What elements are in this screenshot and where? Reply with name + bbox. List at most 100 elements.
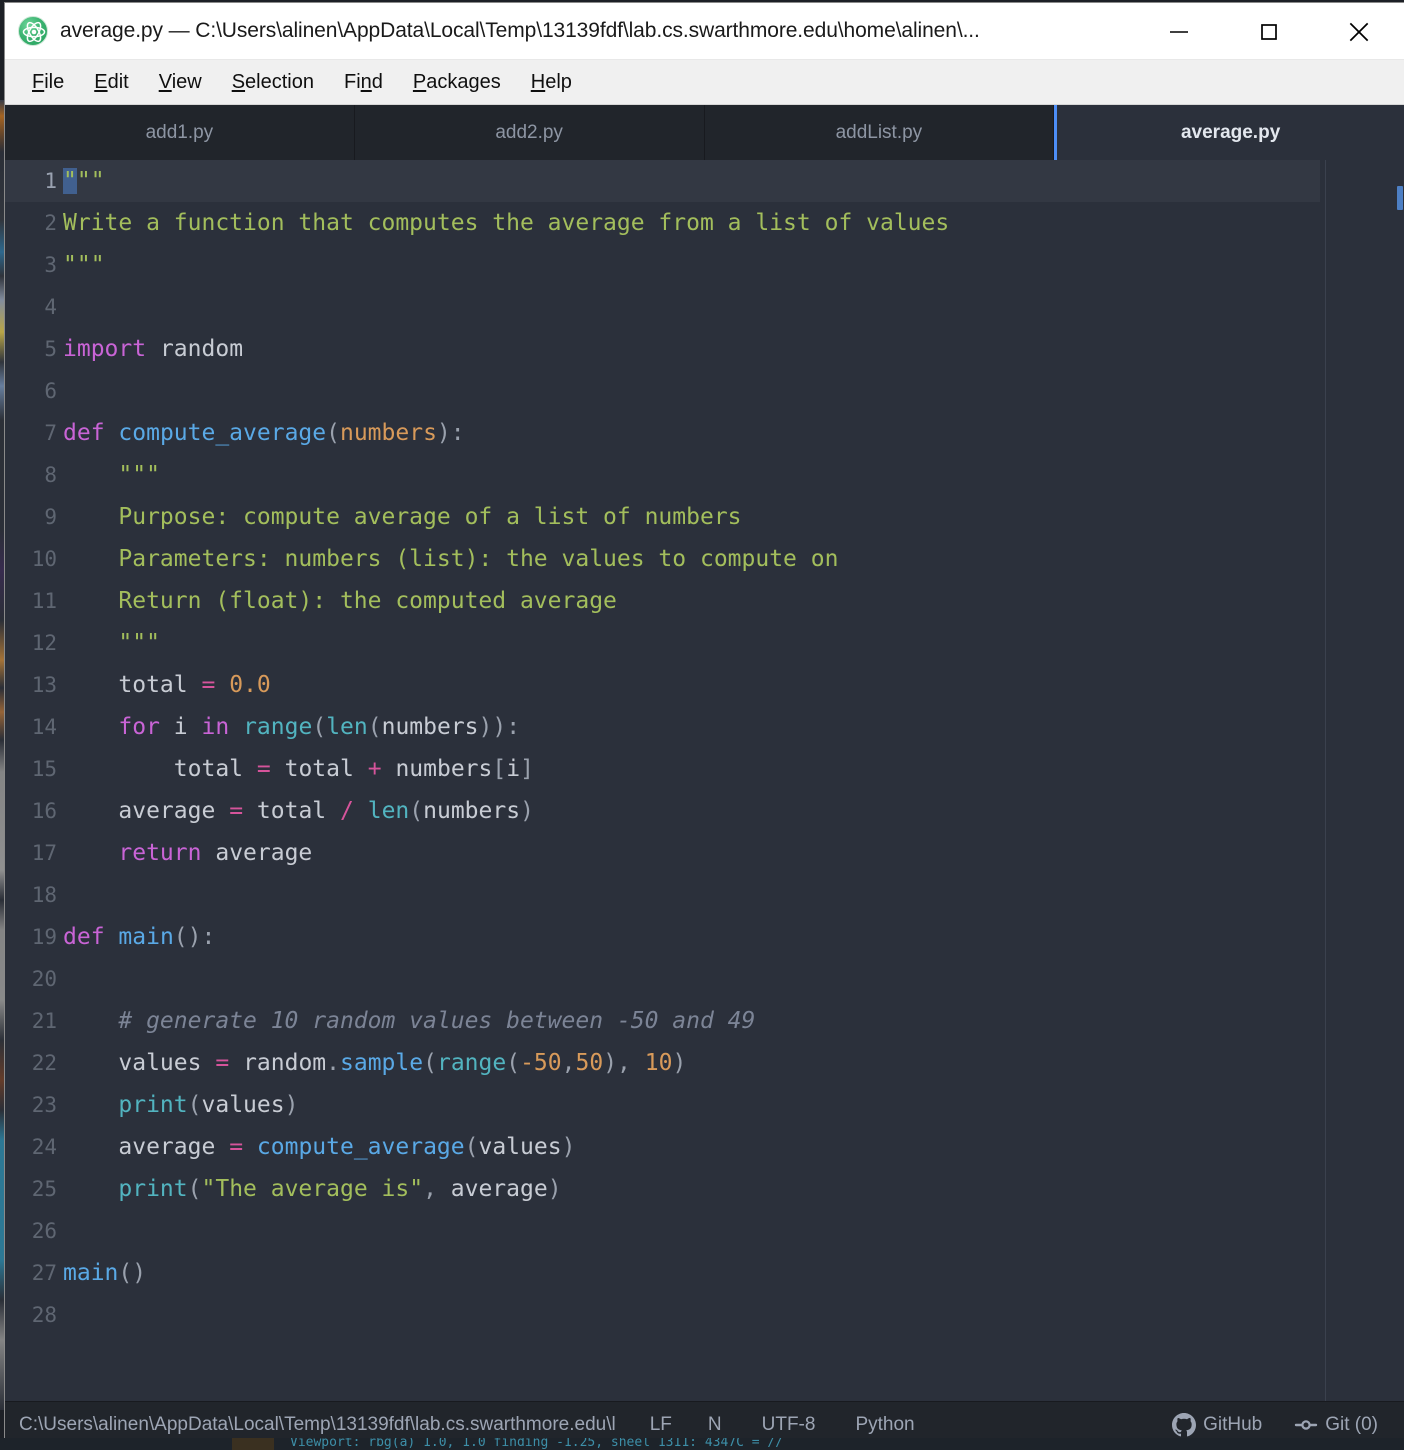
line-source: def main(): (63, 924, 216, 950)
line-number: 9 (44, 505, 57, 529)
line-number: 4 (44, 295, 57, 319)
line-number: 2 (44, 211, 57, 235)
code-line: 19 def main(): (5, 916, 1404, 958)
line-number: 15 (31, 757, 57, 781)
title-bar: average.py — C:\Users\alinen\AppData\Loc… (5, 3, 1404, 60)
line-source: def compute_average(numbers): (63, 420, 465, 446)
line-source (63, 874, 1404, 916)
maximize-icon[interactable] (1224, 3, 1314, 60)
line-number: 3 (44, 253, 57, 277)
menu-item-help[interactable]: Help (516, 67, 587, 98)
code-line: 14 for i in range(len(numbers)): (5, 706, 1404, 748)
code-line: 22 values = random.sample(range(-50,50),… (5, 1042, 1404, 1084)
menu-item-view[interactable]: View (144, 67, 217, 98)
code-line: 6 (5, 370, 1404, 412)
line-number: 26 (31, 1219, 57, 1243)
status-github-button[interactable]: GitHub (1156, 1412, 1278, 1437)
code-line: 18 (5, 874, 1404, 916)
line-source: values = random.sample(range(-50,50), 10… (118, 1050, 687, 1076)
line-source: return average (118, 840, 313, 866)
line-source: # generate 10 random values between -50 … (118, 1008, 756, 1034)
line-number: 8 (44, 463, 57, 487)
line-source: total = 0.0 (118, 672, 271, 698)
code-line: 1 """ (5, 160, 1404, 202)
code-line: 17 return average (5, 832, 1404, 874)
code-line: 25 print("The average is", average) (5, 1168, 1404, 1210)
status-left-group: C:\Users\alinen\AppData\Local\Temp\13139… (5, 1414, 1156, 1436)
tab-add2[interactable]: add2.py (354, 105, 705, 160)
line-source: main() (63, 1260, 147, 1286)
line-number: 27 (31, 1261, 57, 1285)
atom-editor-window: average.py — C:\Users\alinen\AppData\Loc… (4, 2, 1404, 1438)
menu-item-file[interactable]: File (17, 67, 79, 98)
terminal-cursor (232, 1438, 274, 1450)
code-line: 20 (5, 958, 1404, 1000)
window-title: average.py — C:\Users\alinen\AppData\Loc… (60, 19, 980, 42)
tab-label: addList.py (835, 121, 923, 143)
code-line: 3 """ (5, 244, 1404, 286)
terminal-text: Viewport: rbg(a) 1.0, 1.0 finding -1.25,… (290, 1438, 784, 1450)
status-line-ending[interactable]: LF (616, 1414, 688, 1436)
tab-average[interactable]: average.py (1054, 105, 1404, 160)
line-number: 18 (31, 883, 57, 907)
line-source: Parameters: numbers (list): the values t… (118, 546, 839, 572)
code-line: 23 print(values) (5, 1084, 1404, 1126)
menu-item-selection[interactable]: Selection (217, 67, 329, 98)
line-number: 16 (31, 799, 57, 823)
line-source: total = total + numbers[i] (173, 756, 534, 782)
line-source: """ (118, 630, 160, 656)
line-number: 7 (44, 421, 57, 445)
line-source: for i in range(len(numbers)): (118, 714, 521, 740)
code-line: 13 total = 0.0 (5, 664, 1404, 706)
status-git-button[interactable]: Git (0) (1278, 1414, 1394, 1436)
code-line: 21 # generate 10 random values between -… (5, 1000, 1404, 1042)
menu-item-packages[interactable]: Packages (398, 67, 516, 98)
status-grammar[interactable]: Python (831, 1414, 930, 1436)
line-number: 25 (31, 1177, 57, 1201)
line-source: import random (63, 336, 244, 362)
tab-add1[interactable]: add1.py (5, 105, 355, 160)
code-line: 8 """ (5, 454, 1404, 496)
menu-bar: File Edit View Selection Find Packages H… (5, 60, 1404, 105)
code-content[interactable]: 1 """ 2 Write a function that computes the… (5, 160, 1404, 1336)
code-editor[interactable]: 1 """ 2 Write a function that computes the… (5, 160, 1404, 1401)
code-line: 4 (5, 286, 1404, 328)
menu-item-find[interactable]: Find (329, 67, 398, 98)
status-encoding[interactable]: UTF-8 (738, 1414, 832, 1436)
line-source: print(values) (118, 1092, 299, 1118)
line-source (63, 370, 1404, 412)
line-source: """ (63, 252, 105, 278)
status-file-path[interactable]: C:\Users\alinen\AppData\Local\Temp\13139… (5, 1414, 616, 1436)
line-number: 11 (31, 589, 57, 613)
line-number: 14 (31, 715, 57, 739)
line-number: 20 (31, 967, 57, 991)
code-line: 26 (5, 1210, 1404, 1252)
code-line: 5 import random (5, 328, 1404, 370)
close-icon[interactable] (1314, 3, 1404, 60)
menu-item-edit[interactable]: Edit (79, 67, 143, 98)
line-source: """ (63, 168, 105, 194)
line-source: average = compute_average(values) (118, 1134, 576, 1160)
tab-label: average.py (1180, 121, 1281, 143)
status-git-label: Git (0) (1325, 1413, 1378, 1435)
line-source: """ (118, 462, 160, 488)
code-line: 15 total = total + numbers[i] (5, 748, 1404, 790)
line-source (63, 1210, 1404, 1252)
line-source: print("The average is", average) (118, 1176, 562, 1202)
tab-addlist[interactable]: addList.py (704, 105, 1055, 160)
background-window-bottom-sliver: Viewport: rbg(a) 1.0, 1.0 finding -1.25,… (0, 1438, 1404, 1450)
code-line: 9 Purpose: compute average of a list of … (5, 496, 1404, 538)
git-branch-icon (1294, 1414, 1318, 1436)
code-line: 7 def compute_average(numbers): (5, 412, 1404, 454)
line-source: Purpose: compute average of a list of nu… (118, 504, 742, 530)
line-number: 23 (31, 1093, 57, 1117)
line-number: 13 (31, 673, 57, 697)
tab-label: add1.py (145, 121, 214, 143)
minimize-icon[interactable] (1134, 3, 1224, 60)
code-line: 11 Return (float): the computed average (5, 580, 1404, 622)
window-controls (1134, 3, 1404, 60)
atom-logo-icon (18, 16, 48, 46)
status-selection-mode[interactable]: N (688, 1414, 738, 1436)
code-line: 24 average = compute_average(values) (5, 1126, 1404, 1168)
code-line: 2 Write a function that computes the aver… (5, 202, 1404, 244)
